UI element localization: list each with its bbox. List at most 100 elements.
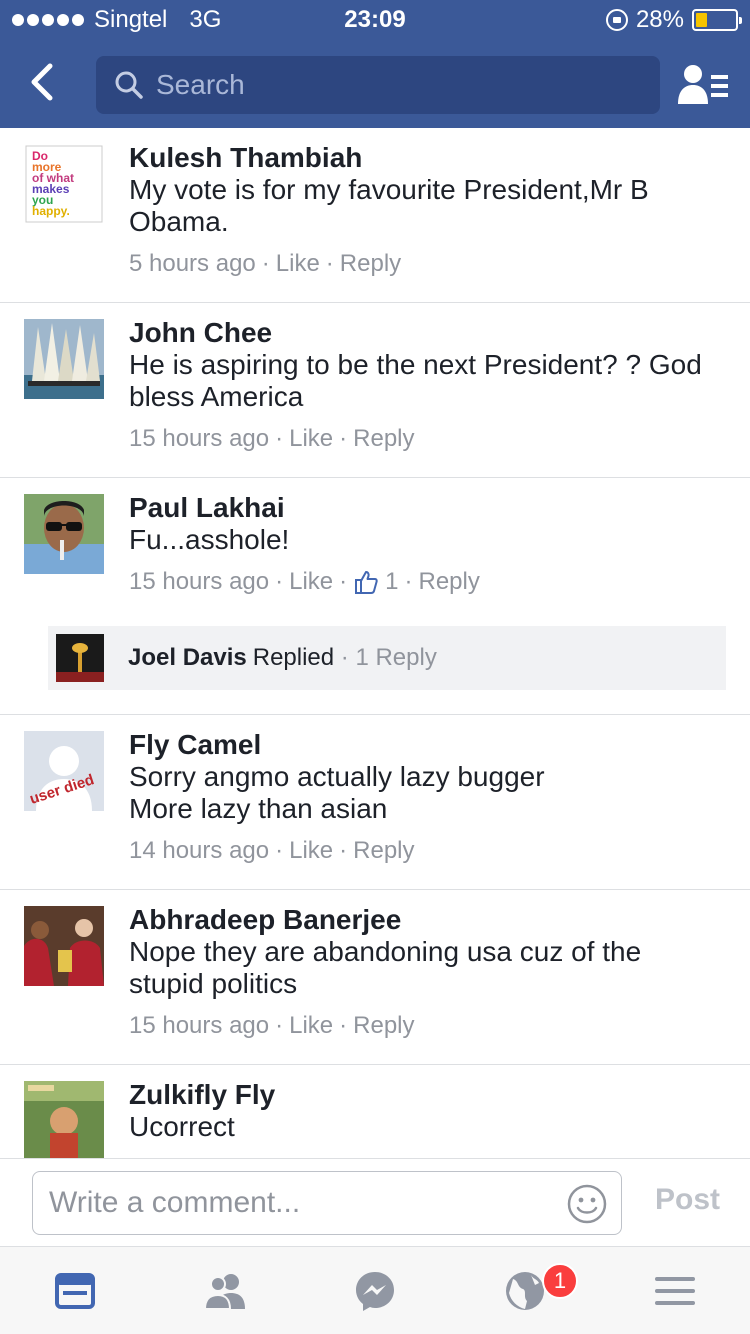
commenter-name[interactable]: Kulesh Thambiah [129, 142, 726, 174]
battery-percent: 28% [635, 6, 684, 33]
battery-fill [696, 13, 707, 27]
comment-item: Do more of what makes you happy. Kulesh … [0, 128, 750, 303]
replied-label: Replied [252, 644, 335, 671]
comment-field[interactable] [32, 1171, 622, 1235]
like-link[interactable]: Like [276, 250, 320, 278]
avatar[interactable]: user died [24, 731, 104, 811]
status-right: 28% [605, 6, 742, 34]
commenter-name[interactable]: Zulkifly Fly [129, 1079, 726, 1111]
comment-item: Abhradeep Banerjee Nope they are abandon… [0, 890, 750, 1065]
rotation-lock-icon [605, 9, 628, 31]
comment-meta: 15 hours ago · Like · Reply [129, 1012, 726, 1040]
reply-link[interactable]: Reply [353, 1012, 414, 1040]
comment-time: 14 hours ago [129, 837, 270, 864]
friends-icon [203, 1274, 245, 1310]
search-input[interactable] [156, 69, 636, 101]
comment-item: Zulkifly Fly Ucorrect [0, 1065, 750, 1158]
separator-dot: · [275, 568, 284, 595]
comment-line: He is aspiring to be the next President?… [129, 349, 702, 380]
comment-text: Ucorrect [129, 1111, 726, 1143]
person-list-icon [678, 65, 728, 104]
comment-meta: 15 hours ago · Like · 1 · Reply [129, 568, 726, 596]
comment-line: Obama. [129, 206, 229, 237]
comment-item: user died Fly Camel Sorry angmo actually… [0, 715, 750, 890]
comment-text: He is aspiring to be the next President?… [129, 349, 726, 413]
separator-dot: · [339, 1012, 348, 1039]
search-icon [115, 71, 143, 99]
comments-list: Do more of what makes you happy. Kulesh … [0, 128, 750, 1158]
app-header: Singtel 3G 23:09 28% [0, 0, 750, 128]
comment-text: My vote is for my favourite President,Mr… [129, 174, 726, 238]
nav-bar [0, 40, 750, 128]
tab-news-feed[interactable] [53, 1269, 97, 1313]
comment-line: stupid politics [129, 968, 298, 999]
back-button[interactable] [22, 60, 66, 104]
comment-time: 5 hours ago [129, 250, 256, 277]
avatar [56, 634, 104, 682]
tab-messenger[interactable] [353, 1269, 397, 1313]
comment-composer: Post [0, 1158, 750, 1246]
avatar[interactable] [24, 1081, 104, 1158]
comment-item: Paul Lakhai Fu...asshole! 15 hours ago ·… [0, 478, 750, 715]
commenter-name[interactable]: Fly Camel [129, 729, 726, 761]
separator-dot: · [339, 837, 348, 864]
comment-meta: 15 hours ago · Like · Reply [129, 425, 726, 453]
like-link[interactable]: Like [289, 837, 333, 865]
tab-friend-requests[interactable] [203, 1269, 247, 1313]
reply-count: 1 Reply [355, 644, 437, 671]
thumbs-up-icon [355, 571, 378, 594]
status-bar: Singtel 3G 23:09 28% [0, 0, 750, 40]
search-bar[interactable] [96, 56, 660, 114]
likes-count[interactable]: 1 [385, 568, 398, 596]
comment-item: John Chee He is aspiring to be the next … [0, 303, 750, 478]
comment-text: Fu...asshole! [129, 524, 726, 556]
comment-text: Nope they are abandoning usa cuz of the … [129, 936, 726, 1000]
like-link[interactable]: Like [289, 568, 333, 596]
tab-notifications[interactable] [503, 1269, 547, 1313]
post-button[interactable]: Post [655, 1183, 720, 1217]
comment-meta: 5 hours ago · Like · Reply [129, 250, 726, 278]
separator-dot: · [275, 425, 284, 452]
comment-line: Nope they are abandoning usa cuz of the [129, 936, 642, 967]
separator-dot: · [275, 1012, 284, 1039]
commenter-name[interactable]: Paul Lakhai [129, 492, 726, 524]
friends-list-button[interactable] [678, 62, 728, 108]
avatar[interactable] [24, 319, 104, 399]
tab-more[interactable] [653, 1269, 697, 1313]
battery-icon [692, 9, 742, 31]
commenter-name[interactable]: Abhradeep Banerjee [129, 904, 726, 936]
comment-line: Sorry angmo actually lazy bugger [129, 761, 545, 792]
separator-dot: · [325, 250, 334, 277]
reply-link[interactable]: Reply [340, 250, 401, 278]
avatar[interactable]: Do more of what makes you happy. [24, 144, 104, 224]
commenter-name[interactable]: John Chee [129, 317, 726, 349]
separator-dot: · [334, 644, 356, 671]
separator-dot: · [261, 250, 270, 277]
comment-input[interactable] [49, 1186, 559, 1220]
reply-link[interactable]: Reply [353, 837, 414, 865]
avatar[interactable] [24, 494, 104, 574]
separator-dot: · [339, 568, 348, 595]
comment-line: bless America [129, 381, 304, 412]
like-link[interactable]: Like [289, 1012, 333, 1040]
comment-time: 15 hours ago [129, 425, 270, 452]
menu-icon [655, 1277, 695, 1305]
emoji-icon[interactable] [567, 1184, 607, 1224]
comment-time: 15 hours ago [129, 568, 270, 595]
separator-dot: · [404, 568, 413, 595]
replier-name: Joel Davis [128, 644, 247, 671]
comment-line: More lazy than asian [129, 793, 388, 824]
bottom-tab-bar: 1 [0, 1246, 750, 1334]
reply-thread-preview[interactable]: Joel Davis Replied · 1 Reply [48, 626, 726, 690]
notification-badge: 1 [542, 1263, 578, 1299]
comment-line: Fu...asshole! [129, 524, 290, 555]
separator-dot: · [275, 837, 284, 864]
separator-dot: · [339, 425, 348, 452]
reply-link[interactable]: Reply [419, 568, 480, 596]
like-link[interactable]: Like [289, 425, 333, 453]
comment-line: My vote is for my favourite President,Mr… [129, 174, 649, 205]
news-feed-icon [55, 1273, 95, 1309]
avatar[interactable] [24, 906, 104, 986]
svg-text:happy.: happy. [32, 204, 70, 218]
reply-link[interactable]: Reply [353, 425, 414, 453]
